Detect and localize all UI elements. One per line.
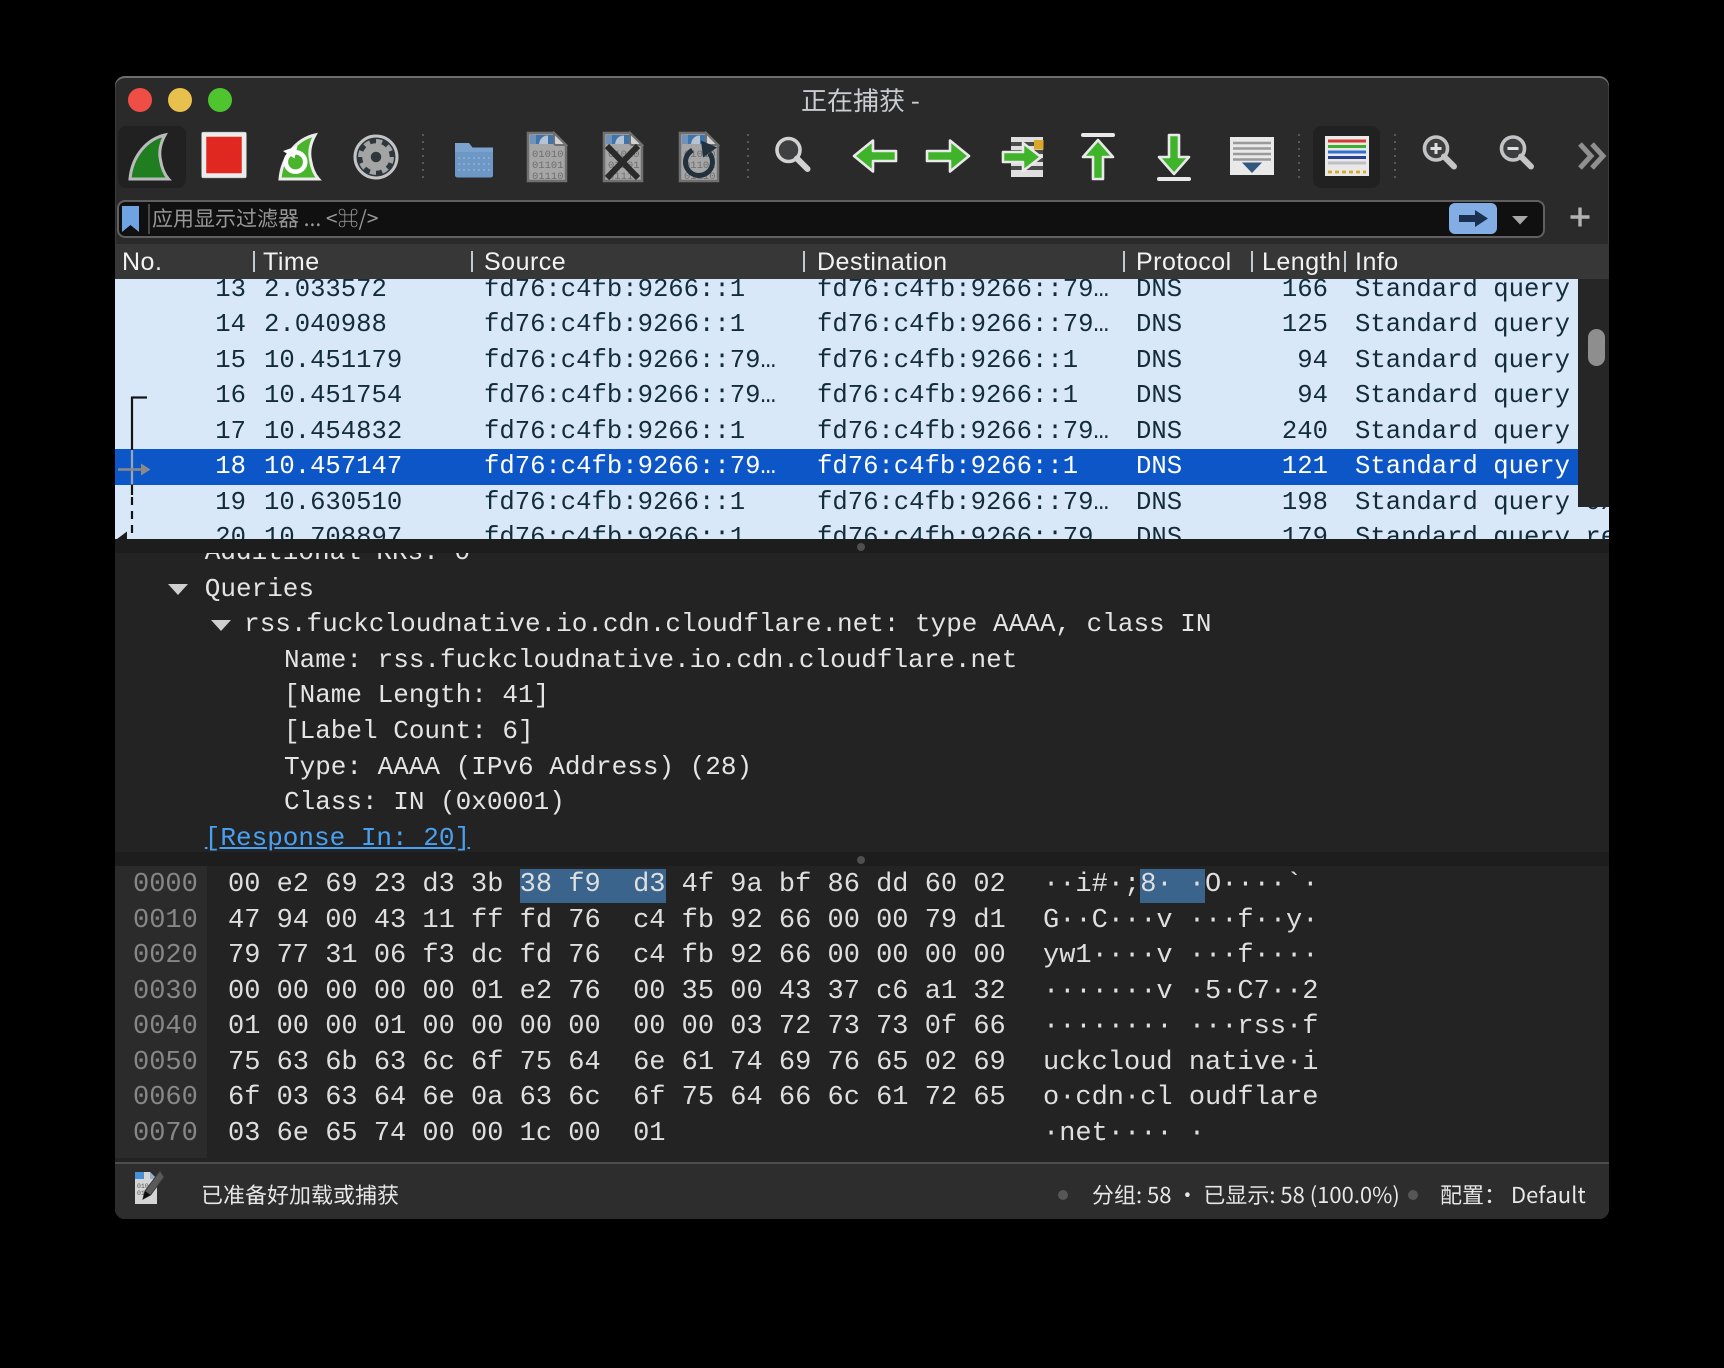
svg-text:01110: 01110 <box>532 171 564 183</box>
